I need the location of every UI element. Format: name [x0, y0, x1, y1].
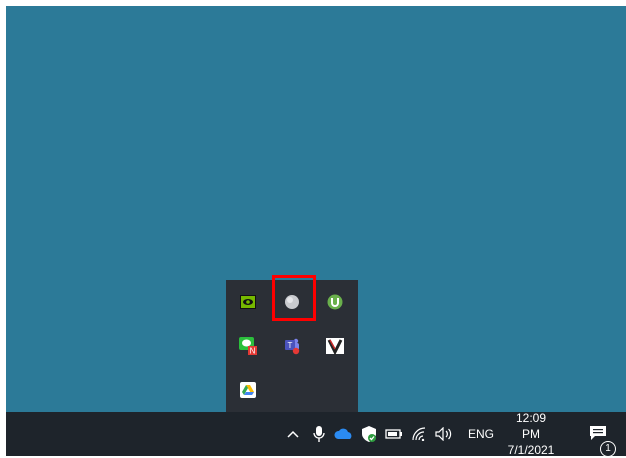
action-center-button[interactable]: 1: [584, 412, 616, 457]
clock[interactable]: 12:09 PM 7/1/2021: [506, 411, 556, 457]
microphone-icon[interactable]: [308, 412, 330, 456]
utorrent-icon[interactable]: [321, 288, 349, 316]
windows-security-icon[interactable]: [358, 412, 380, 456]
battery-icon[interactable]: [383, 412, 405, 456]
clock-time: 12:09 PM: [515, 411, 547, 441]
svg-text:T: T: [288, 341, 293, 350]
vs-icon[interactable]: [321, 332, 349, 360]
nvidia-icon[interactable]: [234, 288, 262, 316]
wifi-icon[interactable]: [408, 412, 430, 456]
taskbar: ENG 12:09 PM 7/1/2021 1: [6, 411, 626, 457]
svg-text:N: N: [250, 347, 256, 356]
chat-icon[interactable]: N: [234, 332, 262, 360]
notification-count-badge: 1: [600, 441, 616, 457]
selection-highlight: [272, 275, 316, 321]
notification-icon: [590, 426, 606, 440]
teams-icon[interactable]: T: [278, 332, 306, 360]
show-hidden-icons-chevron-icon[interactable]: [282, 412, 304, 456]
volume-icon[interactable]: [432, 412, 456, 456]
google-drive-icon[interactable]: [234, 376, 262, 404]
input-language-indicator[interactable]: ENG: [464, 412, 498, 456]
onedrive-icon[interactable]: [332, 412, 356, 456]
